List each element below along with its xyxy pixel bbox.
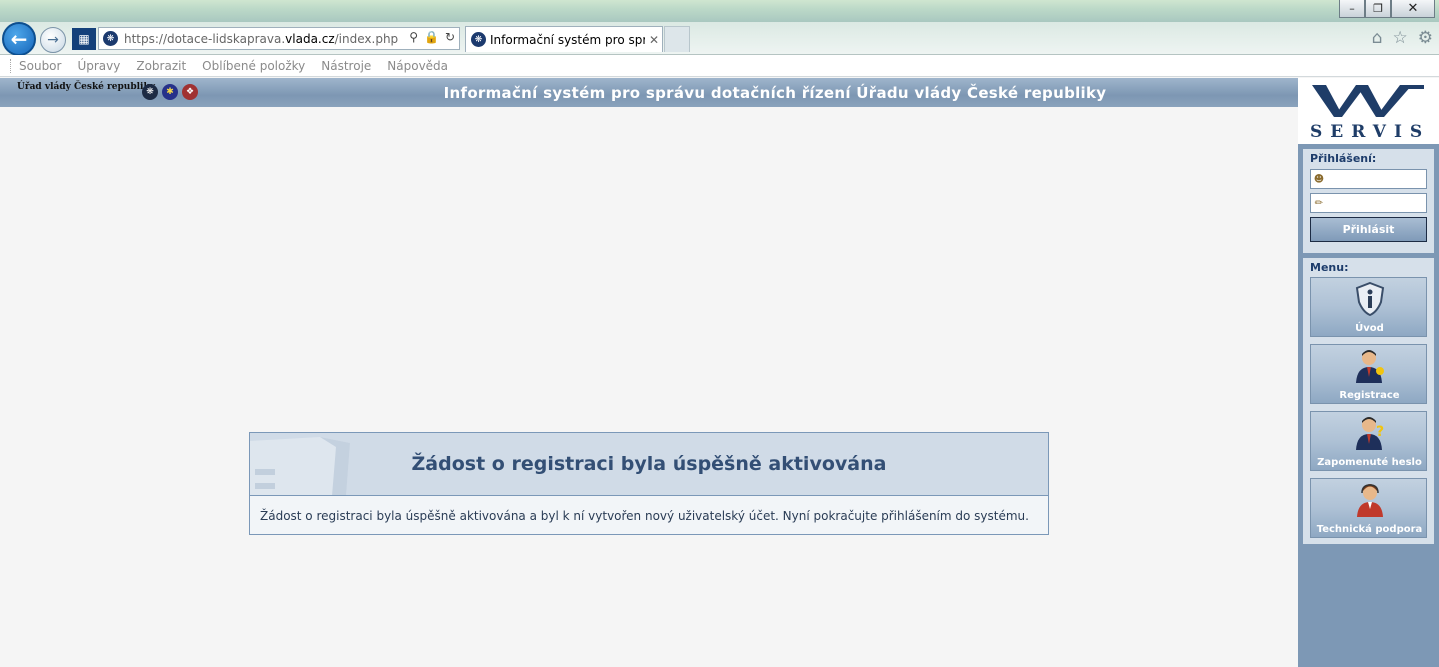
search-icon[interactable]: ⚲ (409, 30, 418, 44)
menu-label-registrace: Registrace (1339, 390, 1400, 401)
vav-logo-icon (1312, 85, 1424, 117)
message-header: Žádost o registraci byla úspěšně aktivov… (250, 433, 1048, 496)
menu-item-upravy[interactable]: Úpravy (77, 59, 120, 73)
user-question-icon: ? (1311, 417, 1428, 450)
new-tab-button[interactable] (664, 26, 690, 52)
minimize-icon[interactable]: – (1339, 0, 1365, 18)
browser-tools: ⌂ ☆ ⚙ (1372, 28, 1433, 48)
favorites-star-icon[interactable]: ☆ (1393, 28, 1408, 48)
login-button[interactable]: Přihlásit (1310, 217, 1427, 242)
tab-active[interactable]: ❋ Informační systém pro sprá... ✕ (465, 26, 663, 52)
site-grid-icon[interactable]: ▦ (72, 28, 96, 50)
servis-logo: SERVIS (1298, 78, 1439, 144)
menu-item-oblibene[interactable]: Oblíbené položky (202, 59, 305, 73)
menu-label: Menu: (1310, 261, 1349, 274)
site-favicon-icon: ❋ (103, 31, 118, 46)
key-icon: ✏ (1314, 197, 1324, 209)
menu-label-technicka-podpora: Technická podpora (1316, 524, 1423, 535)
login-label: Přihlášení: (1310, 152, 1377, 165)
tab-title: Informační systém pro sprá... (490, 32, 645, 47)
message-body: Žádost o registraci byla úspěšně aktivov… (260, 509, 1029, 523)
browser-menubar: Soubor Úpravy Zobrazit Oblíbené položky … (0, 55, 1439, 77)
settings-gear-icon[interactable]: ⚙ (1418, 28, 1433, 48)
lock-icon[interactable]: 🔒 (424, 30, 439, 44)
address-bar[interactable]: ❋ https://dotace-lidskaprava.vlada.cz/in… (98, 27, 460, 50)
login-panel: Přihlášení: ☻ ✏ Přihlásit (1303, 149, 1434, 253)
address-tools: ⚲ 🔒 ↻ (409, 30, 455, 44)
restore-icon[interactable]: ❐ (1365, 0, 1391, 18)
password-field[interactable]: ✏ (1310, 193, 1427, 213)
address-url: https://dotace-lidskaprava.vlada.cz/inde… (124, 31, 399, 46)
message-box: Žádost o registraci byla úspěšně aktivov… (249, 432, 1049, 535)
tab-close-icon[interactable]: ✕ (649, 33, 659, 47)
menu-panel: Menu: Úvod Registrace ? Zapomenuté heslo… (1303, 258, 1434, 544)
refresh-icon[interactable]: ↻ (445, 30, 455, 44)
menu-button-registrace[interactable]: Registrace (1310, 344, 1427, 404)
page-title: Informační systém pro správu dotačních ř… (443, 84, 1107, 102)
forward-arrow-icon[interactable]: → (40, 27, 66, 53)
page-header: Úřad vlády České republiky ❋ ✱ ❖ Informa… (0, 78, 1298, 107)
brand-text: SERVIS (1310, 122, 1431, 142)
close-window-icon[interactable]: ✕ (1391, 0, 1435, 18)
home-icon[interactable]: ⌂ (1372, 28, 1383, 48)
info-shield-icon (1311, 282, 1428, 316)
menu-item-napoveda[interactable]: Nápověda (387, 59, 448, 73)
menu-item-soubor[interactable]: Soubor (19, 59, 61, 73)
username-field[interactable]: ☻ (1310, 169, 1427, 189)
user-key-icon (1311, 350, 1428, 383)
tab-favicon-icon: ❋ (471, 32, 486, 47)
browser-navbar: ← → ▦ ❋ https://dotace-lidskaprava.vlada… (0, 22, 1439, 56)
back-arrow-icon[interactable]: ← (2, 22, 36, 56)
menu-button-uvod[interactable]: Úvod (1310, 277, 1427, 337)
user-icon: ☻ (1313, 173, 1325, 185)
menu-label-uvod: Úvod (1355, 323, 1384, 334)
svg-text:?: ? (1376, 424, 1384, 440)
window-controls: – ❐ ✕ (1339, 0, 1435, 18)
support-headset-icon (1311, 484, 1428, 517)
menu-button-zapomenute-heslo[interactable]: ? Zapomenuté heslo (1310, 411, 1427, 471)
message-title: Žádost o registraci byla úspěšně aktivov… (411, 453, 887, 475)
menu-item-zobrazit[interactable]: Zobrazit (136, 59, 186, 73)
sidebar: SERVIS Přihlášení: ☻ ✏ Přihlásit Menu: Ú… (1298, 78, 1439, 667)
menu-button-technicka-podpora[interactable]: Technická podpora (1310, 478, 1427, 538)
menubar-grip (10, 58, 13, 73)
menu-item-nastroje[interactable]: Nástroje (321, 59, 371, 73)
browser-title-bar: – ❐ ✕ (0, 0, 1439, 22)
menu-label-zapomenute-heslo: Zapomenuté heslo (1317, 457, 1422, 468)
